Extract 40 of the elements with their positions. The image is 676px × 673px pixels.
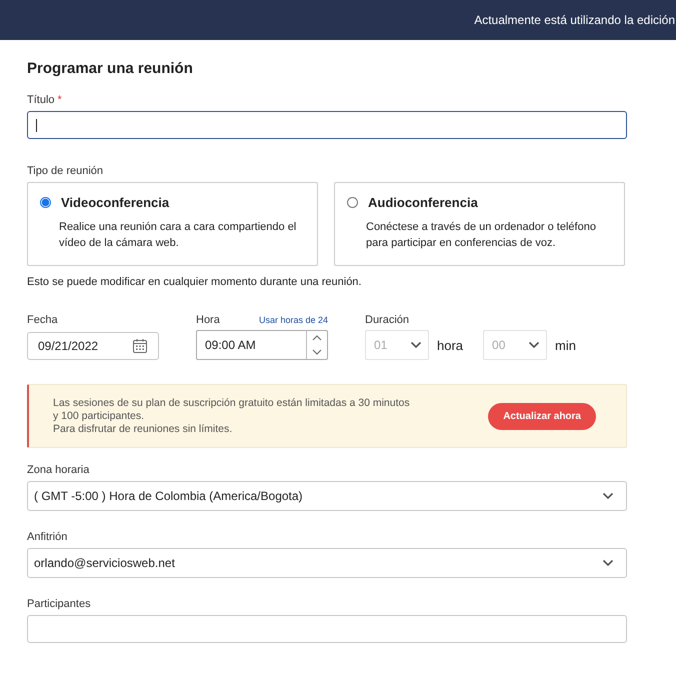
- note-text: Esto se puede modificar en cualquier momento durante una reunión.: [27, 276, 362, 288]
- page-heading: Programar una reunión: [27, 60, 194, 77]
- meeting-type-option[interactable]: Audioconferencia Conéctese a través de un ordenador o teléfono para participar en conferencias de voz.: [334, 182, 625, 266]
- field-label: Anfitrión: [27, 531, 68, 543]
- field-label: Participantes: [27, 598, 92, 610]
- title-field[interactable]: [27, 111, 627, 139]
- notice-text: Las sesiones de su plan de suscripción gratuito están limitadas a 30 minutos: [53, 396, 410, 410]
- field-label: Tipo de reunión: [27, 165, 104, 177]
- notice-text: y 100 participantes.: [53, 410, 146, 422]
- field-label: Zona horaria: [27, 464, 90, 476]
- unit-label: min: [555, 338, 576, 352]
- option-title: Audioconferencia: [368, 195, 478, 210]
- chevron-down-icon: [410, 341, 422, 349]
- date-value: 09/21/2022: [38, 339, 98, 353]
- chevron-down-icon: [602, 492, 614, 500]
- field-label: Fecha: [27, 314, 59, 326]
- radio-button[interactable]: [40, 197, 51, 208]
- calendar-icon[interactable]: [132, 338, 148, 354]
- option-description: Conéctese a través de un ordenador o teléfono para participar en conferencias de voz.: [366, 220, 597, 251]
- option-title: Videoconferencia: [61, 195, 170, 210]
- field-label: Hora: [196, 314, 220, 326]
- edition-notice: Actualmente está utilizando la edición: [474, 13, 675, 27]
- timezone-select[interactable]: ( GMT -5:00 ) Hora de Colombia (America/Bogota): [27, 481, 627, 511]
- field-label: Duración: [365, 314, 410, 326]
- participants-field[interactable]: [27, 615, 627, 643]
- option-description: Realice una reunión cara a cara compartiendo el vídeo de la cámara web.: [59, 220, 298, 251]
- radio-button[interactable]: [347, 197, 358, 208]
- 24-hour-link[interactable]: Usar horas de 24: [258, 315, 328, 325]
- chevron-down-icon: [602, 559, 614, 567]
- upgrade-button[interactable]: Actualizar ahora: [488, 402, 596, 430]
- date-field[interactable]: 09/21/2022: [27, 332, 159, 360]
- time-field[interactable]: 09:00 AM: [196, 330, 328, 360]
- time-value: 09:00 AM: [205, 338, 256, 352]
- host-select[interactable]: orlando@serviciosweb.net: [27, 548, 627, 578]
- chevron-down-icon: [528, 341, 540, 349]
- meeting-type-option[interactable]: Videoconferencia Realice una reunión cara a cara compartiendo el vídeo de la cámara web.: [27, 182, 318, 266]
- notice-text: Para disfrutar de reuniones sin límites.: [53, 422, 234, 436]
- field-label: Título: [27, 94, 55, 106]
- required-mark: *: [58, 94, 62, 106]
- unit-label: hora: [437, 338, 464, 352]
